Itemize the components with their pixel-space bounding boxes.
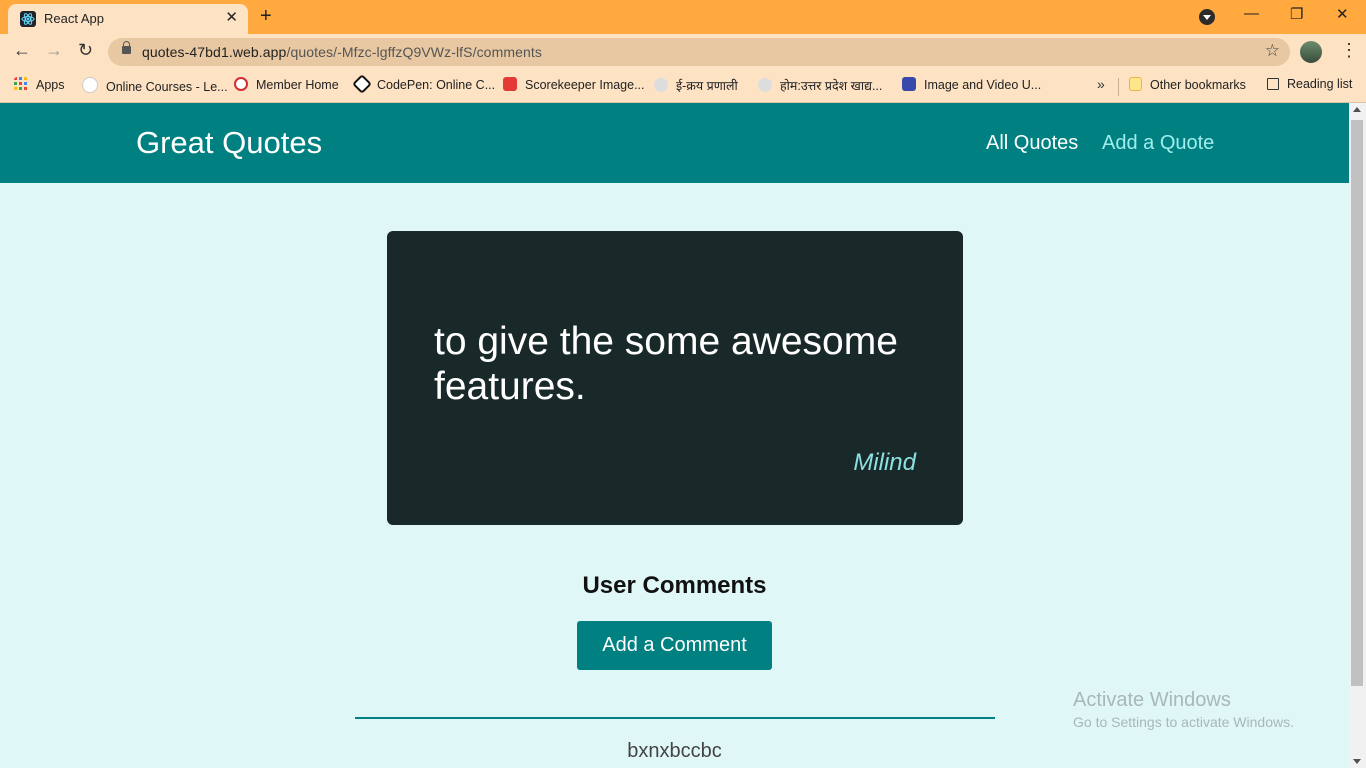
udemy-icon	[82, 77, 98, 93]
bookmark-other[interactable]: Other bookmarks	[1129, 77, 1246, 92]
comments-divider	[355, 717, 995, 719]
scroll-down-arrow-icon[interactable]	[1353, 759, 1361, 764]
brand-logo: Great Quotes	[136, 125, 323, 160]
new-tab-button[interactable]: +	[260, 5, 272, 28]
quote-card: to give the some awesome features. Milin…	[387, 231, 963, 525]
react-icon	[20, 11, 36, 27]
tab-strip: React App ✕ + — ❐ ✕	[0, 0, 1366, 34]
apps-grid-icon	[14, 77, 27, 90]
scorekeeper-icon	[503, 77, 517, 91]
page-scrollbar[interactable]	[1349, 103, 1366, 768]
nav-add-quote[interactable]: Add a Quote	[1102, 132, 1214, 155]
bookmark-image-video-upload[interactable]: Image and Video U...	[902, 77, 1041, 92]
scroll-thumb[interactable]	[1351, 120, 1363, 686]
folder-icon	[1129, 77, 1142, 91]
bookmark-codepen[interactable]: CodePen: Online C...	[352, 74, 495, 94]
forward-button[interactable]: →	[45, 40, 63, 61]
codepen-icon	[352, 74, 372, 94]
browser-toolbar: ← → ↻ quotes-47bd1.web.app/quotes/-Mfzc-…	[0, 34, 1366, 70]
bookmark-scorekeeper[interactable]: Scorekeeper Image...	[503, 77, 645, 92]
bookmark-member-home[interactable]: Member Home	[234, 77, 339, 92]
address-bar[interactable]: quotes-47bd1.web.app/quotes/-Mfzc-lgffzQ…	[108, 38, 1290, 66]
more-bookmarks-icon[interactable]: »	[1097, 76, 1105, 92]
bookmark-apps[interactable]: Apps	[14, 77, 65, 92]
activate-windows-subtitle: Go to Settings to activate Windows.	[1073, 714, 1294, 730]
activate-windows-title: Activate Windows	[1073, 689, 1231, 711]
browser-tab[interactable]: React App ✕	[8, 4, 248, 34]
back-button[interactable]: ←	[13, 40, 31, 61]
url-text: quotes-47bd1.web.app/quotes/-Mfzc-lgffzQ…	[142, 44, 542, 60]
minimize-button[interactable]: —	[1244, 5, 1259, 22]
member-home-icon	[234, 77, 248, 91]
browser-menu-icon[interactable]: ⋮	[1340, 40, 1358, 61]
quote-text: to give the some awesome features.	[434, 320, 898, 408]
bookmarks-bar: Apps Online Courses - Le... Member Home …	[0, 70, 1366, 103]
reading-list[interactable]: Reading list	[1267, 77, 1352, 91]
comments-heading: User Comments	[582, 572, 767, 599]
app-header: Great Quotes All Quotes Add a Quote	[0, 103, 1349, 183]
scroll-up-arrow-icon[interactable]	[1353, 107, 1361, 112]
profile-avatar[interactable]	[1300, 41, 1322, 63]
reload-button[interactable]: ↻	[78, 40, 93, 61]
tab-title: React App	[44, 11, 104, 26]
bookmarks-divider	[1118, 78, 1119, 96]
restore-button[interactable]: ❐	[1290, 5, 1303, 23]
tab-close-icon[interactable]: ✕	[225, 8, 238, 26]
comment-item: bxnxbccbc	[627, 740, 722, 762]
quote-author: Milind	[853, 449, 916, 476]
image-upload-icon	[902, 77, 916, 91]
bookmark-star-icon[interactable]: ☆	[1265, 41, 1280, 61]
tab-search-icon[interactable]	[1199, 9, 1215, 25]
up-govt-emblem-icon	[758, 78, 772, 92]
bookmark-online-courses[interactable]: Online Courses - Le...	[82, 77, 228, 94]
window-close-button[interactable]: ✕	[1336, 5, 1349, 23]
bookmark-up-food[interactable]: होम:उत्तर प्रदेश खाद्य...	[758, 77, 882, 94]
reading-list-icon	[1267, 78, 1279, 90]
add-comment-button[interactable]: Add a Comment	[577, 621, 772, 670]
bookmark-e-kray[interactable]: ई-क्रय प्रणाली	[654, 77, 738, 94]
up-govt-emblem-icon	[654, 78, 668, 92]
page-content: Great Quotes All Quotes Add a Quote to g…	[0, 103, 1349, 768]
lock-icon	[122, 41, 131, 54]
nav-all-quotes[interactable]: All Quotes	[986, 132, 1078, 155]
